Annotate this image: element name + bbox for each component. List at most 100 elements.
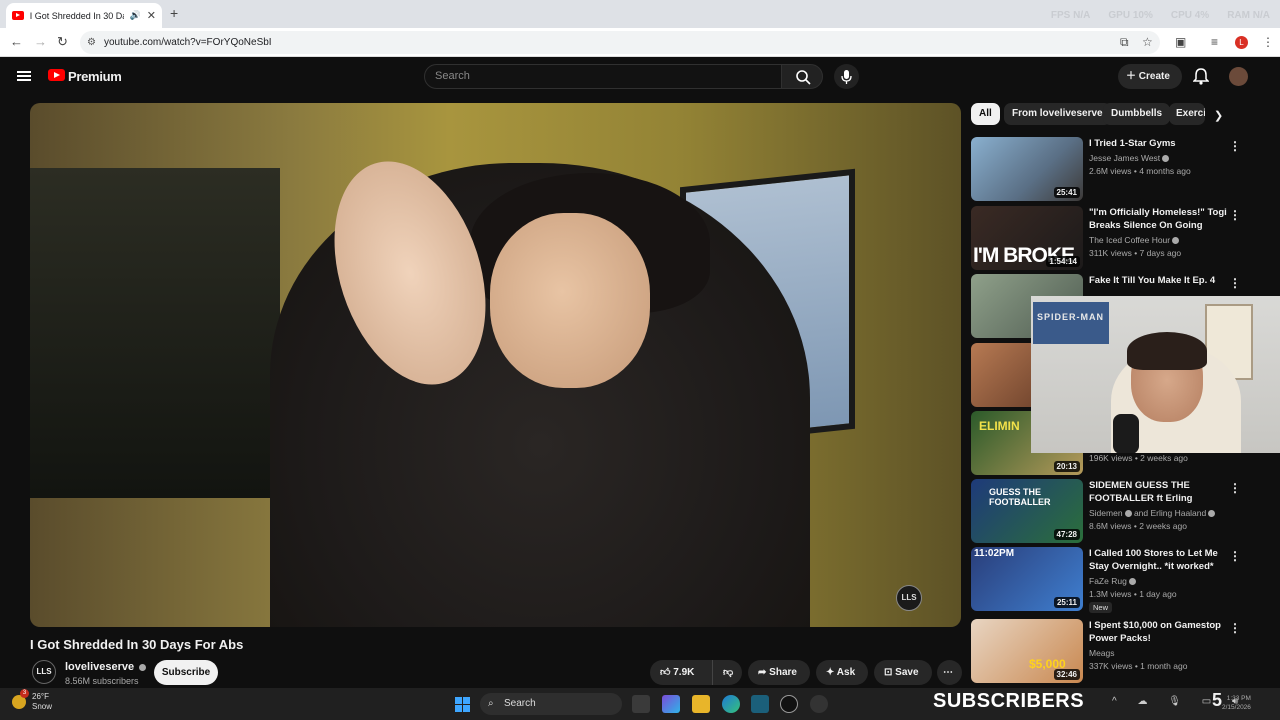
chip-dumbbells[interactable]: Dumbbells [1103, 103, 1171, 125]
chevron-right-icon[interactable]: ❯ [1214, 109, 1223, 122]
system-clock[interactable]: 1:33 PM 2/15/2026 [1222, 694, 1251, 712]
create-button[interactable]: ＋ Create [1118, 64, 1182, 89]
verified-icon [139, 663, 147, 671]
subscribers-overlay-text: SUBSCRIBERS [933, 690, 1085, 712]
sparkle-icon: ✦ [826, 667, 837, 678]
chip-exercise[interactable]: Exerci [1169, 103, 1205, 125]
more-horizontal-icon: ⋯ [943, 667, 953, 678]
channel-name[interactable]: The Iced Coffee Hour [1089, 235, 1180, 245]
video-title[interactable]: I Tried 1-Star Gyms [1089, 137, 1227, 150]
clock-date: 2/15/2026 [1222, 704, 1251, 711]
ask-button[interactable]: ✦ Ask [816, 660, 868, 685]
more-vertical-icon[interactable]: ⋮ [1229, 621, 1241, 635]
chip-all[interactable]: All [971, 103, 1000, 125]
weather-widget[interactable]: 3 26°F Snow [12, 689, 52, 712]
recommendation-item[interactable]: I'M BROKE 1:54:14 "I'm Officially Homele… [971, 206, 1271, 270]
tab-title: I Got Shredded In 30 Days [29, 10, 124, 21]
search-input[interactable]: Search [424, 64, 782, 89]
channel-avatar[interactable]: LLS [32, 660, 56, 684]
video-duration: 1:54:14 [1046, 256, 1080, 267]
more-vertical-icon[interactable]: ⋮ [1229, 481, 1241, 495]
site-info-icon[interactable]: ⚙ [87, 31, 96, 54]
video-player[interactable] [30, 103, 961, 627]
recommendation-item[interactable]: 11:02PM 25:11 I Called 100 Stores to Let… [971, 547, 1271, 613]
file-explorer-icon[interactable] [692, 695, 710, 713]
browser-tab[interactable]: I Got Shredded In 30 Days 🔊 ✕ [6, 3, 162, 28]
taskbar-search[interactable]: ⌕ Search [480, 693, 622, 715]
recommendation-item[interactable]: $5,000 32:46 I Spent $10,000 on Gamestop… [971, 619, 1271, 683]
logo-text[interactable]: Premium [68, 69, 122, 84]
more-vertical-icon[interactable]: ⋮ [1229, 139, 1241, 153]
channel-name[interactable]: FaZe Rug [1089, 576, 1136, 586]
performance-overlay: FPS N/A GPU 10% CPU 4% RAM N/A [1051, 10, 1270, 21]
reload-icon[interactable]: ↻ [57, 34, 68, 50]
bookmark-star-icon[interactable]: ☆ [1142, 35, 1153, 49]
youtube-logo-icon[interactable] [48, 69, 65, 81]
account-avatar[interactable] [1229, 67, 1248, 86]
new-tab-button[interactable]: + [170, 5, 178, 21]
channel-watermark[interactable]: LLS [896, 585, 922, 611]
copilot-icon[interactable] [662, 695, 680, 713]
chrome-icon[interactable] [810, 695, 828, 713]
channel-name[interactable]: Meags [1089, 648, 1115, 658]
more-vertical-icon[interactable]: ⋮ [1229, 549, 1241, 563]
recommendation-item[interactable]: 25:41 I Tried 1-Star Gyms Jesse James We… [971, 137, 1271, 201]
video-thumbnail[interactable]: 11:02PM 25:11 [971, 547, 1083, 611]
address-bar[interactable]: ⚙ youtube.com/watch?v=FOrYQoNeSbI [80, 31, 1160, 54]
forward-arrow-icon[interactable]: → [34, 34, 47, 49]
video-thumbnail[interactable]: I'M BROKE 1:54:14 [971, 206, 1083, 270]
more-actions-button[interactable]: ⋯ [937, 660, 962, 685]
video-title[interactable]: Fake It Till You Make It Ep. 4 [1089, 274, 1227, 287]
media-controls-icon[interactable]: ≡ [1211, 35, 1218, 49]
video-thumbnail[interactable]: GUESS THE FOOTBALLER 47:28 [971, 479, 1083, 543]
video-thumbnail[interactable]: $5,000 32:46 [971, 619, 1083, 683]
video-title[interactable]: SIDEMEN GUESS THE FOOTBALLER ft Erling H… [1089, 479, 1227, 506]
hamburger-menu-icon[interactable] [17, 71, 31, 81]
hud-ram: RAM N/A [1227, 10, 1270, 21]
search-button[interactable] [781, 64, 823, 89]
channel-name[interactable]: loveliveserve [65, 661, 147, 673]
like-button[interactable]: 👍︎ 7.9K [650, 660, 712, 685]
save-button[interactable]: ⊡ Save [874, 660, 932, 685]
youtube-favicon-icon [12, 11, 24, 20]
share-button[interactable]: ➦ Share [748, 660, 810, 685]
verified-icon [1128, 578, 1136, 586]
dislike-button[interactable]: 👎︎ [712, 660, 742, 685]
ask-label: Ask [836, 667, 856, 678]
extensions-icon[interactable]: ▣ [1175, 35, 1186, 49]
view-meta: 2.6M views • 4 months ago [1089, 166, 1191, 176]
youtube-header: Premium Search ＋ Create [0, 57, 1280, 97]
speaker-icon[interactable]: 🔊 [130, 10, 141, 21]
chip-from-channel[interactable]: From loveliveserve [1004, 103, 1111, 125]
thumbnail-text: GUESS THE FOOTBALLER [989, 487, 1051, 507]
windows-start-icon[interactable] [455, 697, 470, 712]
browser-menu-icon[interactable]: ⋮ [1262, 35, 1274, 49]
profile-avatar[interactable]: L [1235, 36, 1248, 49]
webcam-overlay: SPIDER-MAN [1031, 296, 1280, 453]
view-meta: 8.6M views • 2 weeks ago [1089, 521, 1187, 531]
edge-icon[interactable] [722, 695, 740, 713]
task-view-icon[interactable] [632, 695, 650, 713]
video-title[interactable]: I Called 100 Stores to Let Me Stay Overn… [1089, 547, 1227, 573]
microphone-prop [1113, 414, 1139, 453]
subscribe-button[interactable]: Subscribe [154, 660, 218, 685]
more-vertical-icon[interactable]: ⋮ [1229, 276, 1241, 290]
channel-text: The Iced Coffee Hour [1089, 235, 1171, 245]
video-title[interactable]: I Spent $10,000 on Gamestop Power Packs! [1089, 619, 1227, 645]
more-vertical-icon[interactable]: ⋮ [1229, 208, 1241, 222]
view-meta: 196K views • 2 weeks ago [1089, 453, 1188, 463]
voice-search-button[interactable] [834, 64, 859, 89]
view-meta: 1.3M views • 1 day ago [1089, 589, 1177, 599]
channel-name[interactable]: Sidemen and Erling Haaland [1089, 508, 1216, 518]
bookmark-icon: ⊡ [884, 667, 896, 678]
channel-name[interactable]: Jesse James West [1089, 153, 1170, 163]
video-thumbnail[interactable]: 25:41 [971, 137, 1083, 201]
obs-icon[interactable] [780, 695, 798, 713]
back-arrow-icon[interactable]: ← [10, 34, 23, 49]
notifications-bell-icon[interactable] [1193, 68, 1209, 85]
close-tab-icon[interactable]: ✕ [147, 9, 156, 22]
video-title[interactable]: "I'm Officially Homeless!" Togi Breaks S… [1089, 206, 1227, 233]
recommendation-item[interactable]: GUESS THE FOOTBALLER 47:28 SIDEMEN GUESS… [971, 479, 1271, 543]
store-icon[interactable] [751, 695, 769, 713]
install-app-icon[interactable]: ⧉ [1120, 35, 1129, 50]
